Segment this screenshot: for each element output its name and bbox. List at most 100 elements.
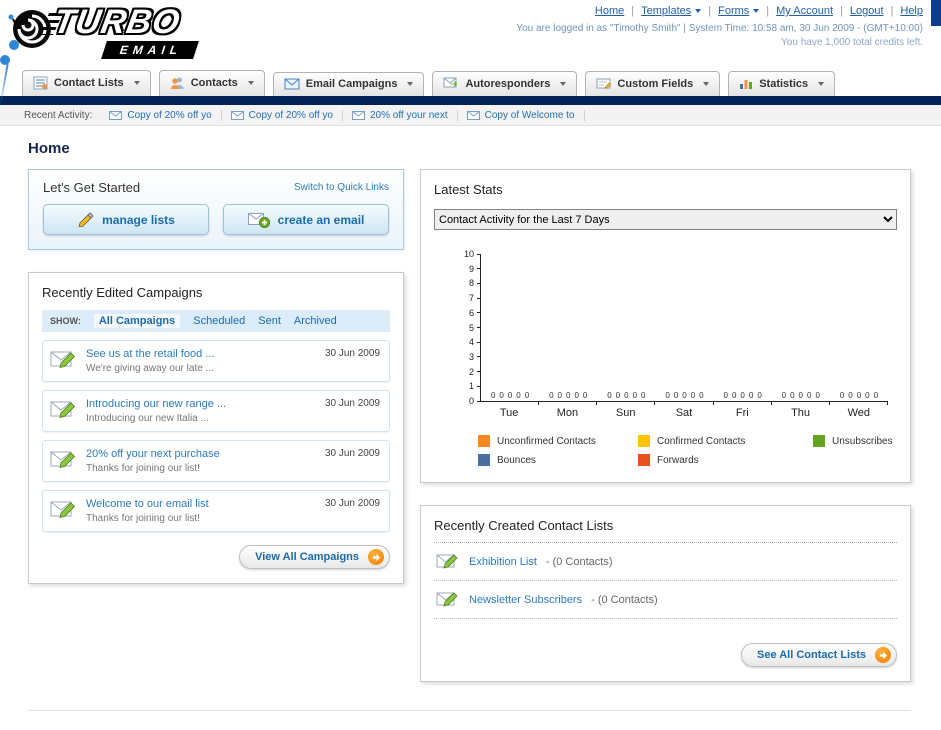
switch-to-quick-links[interactable]: Switch to Quick Links: [294, 182, 389, 193]
tab-autoresponders[interactable]: Autoresponders: [432, 71, 578, 96]
tab-statistics[interactable]: Statistics: [728, 71, 836, 96]
campaign-row[interactable]: Welcome to our email list Thanks for joi…: [42, 490, 390, 532]
campaign-edit-icon: [50, 351, 76, 369]
campaign-subtitle: Thanks for joining our list!: [86, 463, 200, 474]
recently-edited-campaigns-panel: Recently Edited Campaigns SHOW: All Camp…: [28, 272, 404, 584]
top-link-forms[interactable]: Forms: [701, 5, 760, 17]
chevron-down-icon: [560, 81, 567, 86]
campaign-row[interactable]: See us at the retail food ... We're givi…: [42, 340, 390, 382]
y-axis-tick: 1: [469, 381, 481, 391]
legend-swatch: [813, 435, 825, 447]
contact-activity-chart: 10 9 8 7 6 5 4 3 2 1 0 000000000000000000000000000…: [440, 249, 897, 419]
y-axis-tick: 9: [469, 264, 481, 274]
list-edit-icon: [436, 592, 458, 607]
filter-archived[interactable]: Archived: [294, 315, 337, 327]
top-link-help[interactable]: Help: [884, 5, 923, 17]
envelope-icon: [351, 110, 365, 120]
page-title: Home: [28, 140, 70, 157]
chart-y-axis: 10 9 8 7 6 5 4 3 2 1 0: [464, 249, 888, 406]
see-all-contact-lists-button[interactable]: See All Contact Lists: [740, 643, 897, 667]
chart-value-group: 00000: [830, 391, 889, 405]
legend-swatch: [638, 454, 650, 466]
list-edit-icon: [436, 554, 458, 569]
contacts-icon: [170, 77, 184, 89]
nav-divider-bar: [0, 96, 941, 105]
contact-list-link[interactable]: Exhibition List: [469, 556, 537, 568]
tab-contact-lists[interactable]: Contact Lists: [22, 70, 151, 96]
contact-lists-icon: [33, 76, 48, 90]
manage-lists-label: manage lists: [102, 212, 175, 227]
see-all-contact-lists-label: See All Contact Lists: [756, 649, 866, 661]
campaign-title-link[interactable]: 20% off your next purchase: [86, 448, 317, 460]
legend-label: Unconfirmed Contacts: [497, 435, 596, 447]
logo-subtitle: EMAIL: [101, 41, 200, 59]
top-link-my-account[interactable]: My Account: [759, 5, 833, 17]
logo-title: TURBO: [50, 3, 184, 41]
campaign-title-link[interactable]: See us at the retail food ...: [86, 348, 317, 360]
campaign-date: 30 Jun 2009: [324, 498, 380, 509]
filter-all-campaigns[interactable]: All Campaigns: [93, 314, 181, 328]
top-link-logout[interactable]: Logout: [833, 5, 884, 17]
x-axis-label: Sat: [675, 407, 693, 419]
statistics-icon: [740, 80, 753, 89]
legend-swatch: [478, 454, 490, 466]
contact-list-row[interactable]: Exhibition List - (0 Contacts): [434, 543, 897, 581]
latest-stats-panel: Latest Stats Contact Activity for the La…: [420, 169, 911, 483]
campaign-subtitle: Introducing our new Italia ...: [86, 413, 209, 424]
recent-activity-item[interactable]: 20% off your next: [343, 109, 458, 121]
campaign-edit-icon: [50, 401, 76, 419]
legend-label: Confirmed Contacts: [657, 435, 746, 447]
chart-value-group: 00000: [714, 391, 772, 405]
campaign-row[interactable]: 20% off your next purchase Thanks for jo…: [42, 440, 390, 482]
left-column: Let's Get Started Switch to Quick Links …: [28, 169, 404, 584]
pencil-icon: [78, 212, 94, 227]
email-campaigns-icon: [284, 78, 300, 90]
recently-created-contact-lists-panel: Recently Created Contact Lists Exhibitio…: [420, 505, 911, 682]
recent-activity-item[interactable]: Copy of Welcome to: [458, 109, 585, 121]
x-axis-label: Mon: [556, 407, 579, 419]
chart-plot-area: 10 9 8 7 6 5 4 3 2 1 0 000000000000000000000000000…: [464, 249, 889, 406]
tab-label: Statistics: [759, 77, 809, 90]
app-logo[interactable]: TURBO EMAIL: [8, 3, 258, 61]
chevron-down-icon: [133, 81, 140, 85]
campaign-row[interactable]: Introducing our new range ... Introducin…: [42, 390, 390, 432]
legend-label: Unsubscribes: [832, 435, 893, 447]
contact-list-link[interactable]: Newsletter Subscribers: [469, 594, 582, 606]
right-column: Latest Stats Contact Activity for the La…: [420, 169, 911, 682]
tab-email-campaigns[interactable]: Email Campaigns: [272, 72, 425, 96]
create-email-button[interactable]: create an email: [223, 204, 389, 235]
recent-activity-item[interactable]: Copy of 20% off yo: [100, 109, 222, 121]
chart-value-group: 00000: [481, 391, 540, 405]
top-link-templates[interactable]: Templates: [624, 5, 702, 17]
view-all-campaigns-button[interactable]: View All Campaigns: [239, 545, 390, 569]
tab-label: Autoresponders: [465, 77, 551, 90]
arrow-right-icon: [368, 549, 384, 565]
contact-list-row[interactable]: Newsletter Subscribers - (0 Contacts): [434, 581, 897, 619]
y-axis-tick: 8: [469, 278, 481, 288]
main-content: Home Let's Get Started Switch to Quick L…: [0, 126, 941, 730]
stats-period-select[interactable]: Contact Activity for the Last 7 Days: [434, 209, 897, 230]
recent-activity-label: Recent Activity:: [24, 109, 93, 121]
show-label: SHOW:: [50, 316, 81, 326]
custom-fields-icon: [596, 78, 612, 89]
filter-sent[interactable]: Sent: [258, 315, 281, 327]
y-axis-tick: 6: [469, 308, 481, 318]
view-all-campaigns-label: View All Campaigns: [255, 551, 359, 563]
campaigns-panel-title: Recently Edited Campaigns: [42, 285, 203, 300]
legend-item-forwards: Forwards: [638, 454, 803, 466]
tab-custom-fields[interactable]: Custom Fields: [585, 71, 721, 96]
recent-activity-item[interactable]: Copy of 20% off yo: [222, 109, 343, 121]
legend-item-unconfirmed: Unconfirmed Contacts: [478, 435, 628, 447]
get-started-panel: Let's Get Started Switch to Quick Links …: [28, 169, 404, 250]
top-link-home[interactable]: Home: [595, 5, 624, 17]
campaign-title-link[interactable]: Introducing our new range ...: [86, 398, 317, 410]
y-axis-tick: 5: [469, 323, 481, 333]
campaign-date: 30 Jun 2009: [324, 448, 380, 459]
chart-value-group: 00000: [539, 391, 598, 405]
tab-contacts[interactable]: Contacts: [158, 70, 265, 96]
campaign-title-link[interactable]: Welcome to our email list: [86, 498, 317, 510]
latest-stats-title: Latest Stats: [434, 182, 503, 197]
manage-lists-button[interactable]: manage lists: [43, 204, 209, 235]
header: TURBO EMAIL Home Templates Forms My Acco…: [0, 0, 941, 64]
filter-scheduled[interactable]: Scheduled: [193, 315, 245, 327]
